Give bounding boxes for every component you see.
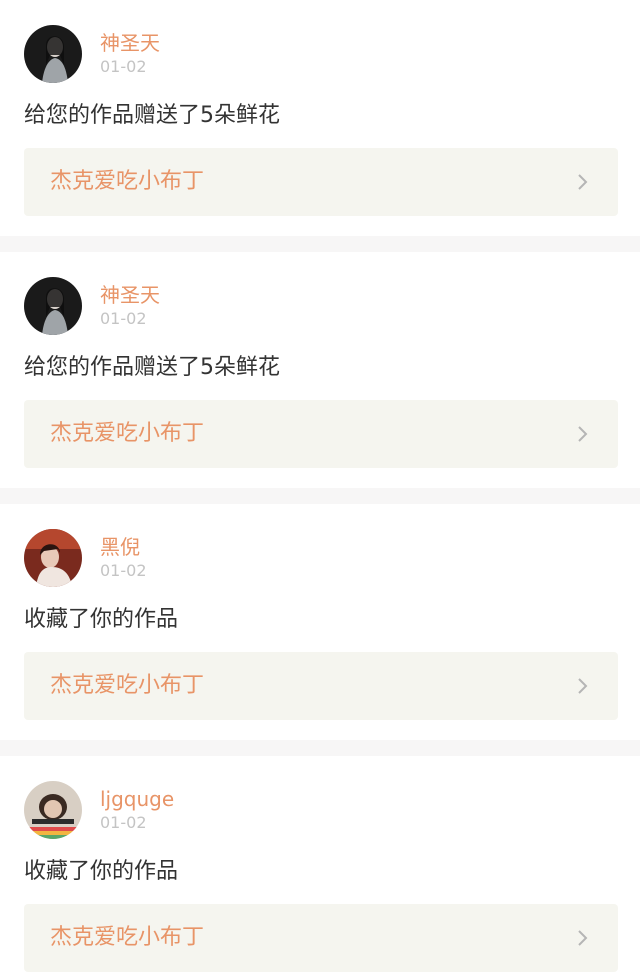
activity-text: 收藏了你的作品 (24, 607, 179, 632)
work-title: 杰克爱吃小布丁 (50, 169, 205, 194)
user-avatar[interactable] (24, 529, 82, 587)
username[interactable]: 黑倪 (100, 535, 140, 559)
notification-card: 黑倪 01-02 收藏了你的作品 杰克爱吃小布丁 (0, 504, 640, 740)
work-link[interactable]: 杰克爱吃小布丁 (24, 904, 618, 972)
avatar-red-portrait-icon (24, 529, 82, 587)
notification-card: 神圣天 01-02 给您的作品赠送了5朵鲜花 杰克爱吃小布丁 (0, 252, 640, 488)
chevron-right-icon (572, 676, 592, 696)
user-avatar[interactable] (24, 25, 82, 83)
username[interactable]: 神圣天 (100, 31, 160, 55)
card-divider (0, 488, 640, 504)
user-avatar[interactable] (24, 781, 82, 839)
card-divider (0, 236, 640, 252)
timestamp: 01-02 (100, 309, 147, 328)
work-link[interactable]: 杰克爱吃小布丁 (24, 400, 618, 468)
timestamp: 01-02 (100, 813, 147, 832)
work-link[interactable]: 杰克爱吃小布丁 (24, 652, 618, 720)
notification-card: 神圣天 01-02 给您的作品赠送了5朵鲜花 杰克爱吃小布丁 (0, 0, 640, 236)
chevron-right-icon (572, 424, 592, 444)
activity-text: 给您的作品赠送了5朵鲜花 (24, 103, 280, 128)
chevron-right-icon (572, 172, 592, 192)
timestamp: 01-02 (100, 57, 147, 76)
username[interactable]: 神圣天 (100, 283, 160, 307)
activity-text: 收藏了你的作品 (24, 859, 179, 884)
avatar-dark-hair-icon (24, 277, 82, 335)
username[interactable]: ljgquge (100, 787, 174, 811)
avatar-dark-hair-icon (24, 25, 82, 83)
work-title: 杰克爱吃小布丁 (50, 925, 205, 950)
avatar-colorful-icon (24, 781, 82, 839)
work-title: 杰克爱吃小布丁 (50, 673, 205, 698)
activity-text: 给您的作品赠送了5朵鲜花 (24, 355, 280, 380)
card-divider (0, 740, 640, 756)
work-link[interactable]: 杰克爱吃小布丁 (24, 148, 618, 216)
notification-card: ljgquge 01-02 收藏了你的作品 杰克爱吃小布丁 (0, 756, 640, 979)
chevron-right-icon (572, 928, 592, 948)
work-title: 杰克爱吃小布丁 (50, 421, 205, 446)
timestamp: 01-02 (100, 561, 147, 580)
notification-feed: 神圣天 01-02 给您的作品赠送了5朵鲜花 杰克爱吃小布丁 神圣天 01-02… (0, 0, 640, 979)
user-avatar[interactable] (24, 277, 82, 335)
